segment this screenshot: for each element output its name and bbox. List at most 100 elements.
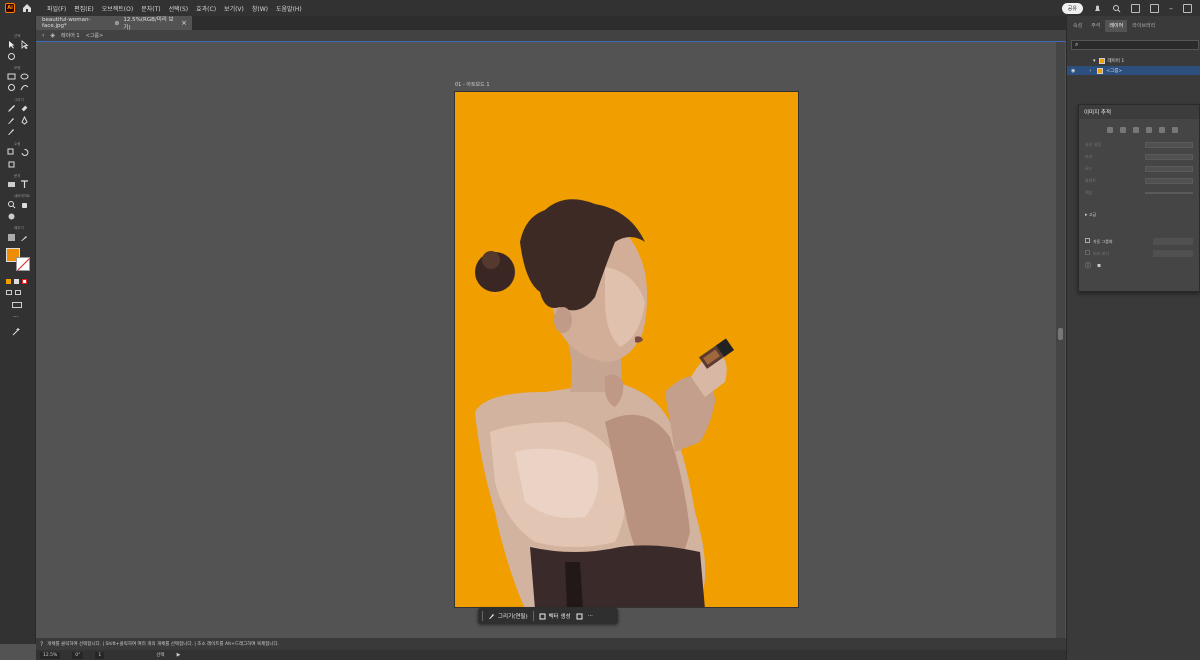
traced-woman-illustration[interactable]	[455, 92, 799, 608]
shaper-tool-icon[interactable]	[20, 83, 29, 92]
layer-search-input[interactable]: ⌕	[1071, 40, 1199, 50]
screen-mode-icon[interactable]	[15, 290, 21, 295]
tab-layers[interactable]: 레이어	[1105, 20, 1128, 32]
ellipse-tool-icon[interactable]	[20, 72, 29, 81]
menu-help[interactable]: 도움말(H)	[272, 4, 306, 13]
stroke-color-swatch[interactable]	[16, 257, 30, 271]
gradient-tool-icon[interactable]	[7, 233, 16, 242]
colors-slider[interactable]	[1145, 192, 1193, 194]
eraser-tool-icon[interactable]	[20, 104, 29, 113]
gradient-mode-icon[interactable]	[14, 279, 19, 284]
draw-pencil-button[interactable]: 그리기(연필)	[488, 612, 528, 620]
document-tab[interactable]: beautiful-woman-face.jpg* ⊚ 12.5%(RGB/미리…	[36, 16, 192, 31]
preview-checkbox[interactable]	[1085, 249, 1090, 255]
pen-tool-icon[interactable]	[20, 116, 29, 125]
drag-handle[interactable]	[482, 611, 483, 621]
layer-icon: ◈	[50, 32, 56, 39]
none-mode-icon[interactable]	[22, 279, 27, 284]
symbol-sprayer-tool-icon[interactable]	[7, 180, 16, 189]
close-tab-icon[interactable]: ×	[181, 19, 187, 27]
auto-color-icon[interactable]	[1107, 127, 1113, 133]
type-tool-icon[interactable]	[20, 180, 29, 189]
direct-selection-tool-icon[interactable]	[20, 40, 29, 49]
scale-tool-icon[interactable]	[7, 148, 16, 157]
comment-icon[interactable]: ▪	[1097, 262, 1101, 269]
hand-tool-icon[interactable]	[20, 200, 29, 209]
menu-object[interactable]: 오브젝트(O)	[98, 4, 138, 13]
menu-effect[interactable]: 효과(C)	[192, 4, 220, 13]
app-logo: Ai	[5, 3, 15, 13]
zoom-field[interactable]: 12.5%	[40, 651, 61, 659]
chevron-down-icon[interactable]: ▾	[1093, 58, 1096, 64]
rotation-field[interactable]: 0°	[72, 651, 84, 659]
menu-view[interactable]: 보기(V)	[220, 4, 248, 13]
hint-bar: ? 개체를 클릭하여 선택합니다. | Shift+클릭하여 여러 개의 개체를…	[36, 638, 1066, 650]
search-icon[interactable]	[1112, 4, 1121, 13]
draw-mode-icon[interactable]	[6, 290, 12, 295]
color-mode-icon[interactable]	[6, 279, 11, 284]
notification-icon[interactable]	[1093, 4, 1102, 13]
tab-comments[interactable]: 주석	[1087, 20, 1104, 32]
breadcrumb-group[interactable]: <그룹>	[86, 32, 104, 39]
low-color-icon[interactable]	[1133, 127, 1139, 133]
image-icon[interactable]	[576, 613, 583, 620]
shape-builder-tool-icon[interactable]	[7, 83, 16, 92]
arrange-documents-icon[interactable]	[1131, 3, 1140, 13]
advanced-row[interactable]: ▸ 고급	[1079, 209, 1199, 221]
visibility-eye-icon[interactable]: ◉	[1071, 68, 1075, 74]
live-paint-tool-icon[interactable]	[7, 212, 16, 221]
paintbrush-tool-icon[interactable]	[7, 116, 16, 125]
eyedropper-tool-icon[interactable]	[20, 233, 29, 242]
workspace-icon[interactable]	[1150, 3, 1159, 13]
scroll-thumb[interactable]	[1058, 328, 1063, 340]
panel-title[interactable]: 이미지 추적	[1079, 105, 1199, 119]
vertical-scrollbar[interactable]	[1056, 42, 1065, 638]
generate-vector-icon	[539, 613, 546, 619]
edit-toolbar-icon[interactable]: ···	[13, 314, 19, 321]
zoom-tool-icon[interactable]	[7, 200, 16, 209]
minimize-icon[interactable]: –	[1169, 4, 1173, 13]
menu-select[interactable]: 선택(S)	[165, 4, 193, 13]
palette-select[interactable]	[1145, 178, 1193, 184]
home-icon[interactable]	[21, 2, 33, 14]
blob-brush-tool-icon[interactable]	[7, 127, 16, 136]
outline-icon[interactable]	[1172, 127, 1178, 133]
tab-libraries[interactable]: 라이브러리	[1128, 20, 1159, 32]
rotate-tool-icon[interactable]	[20, 148, 29, 157]
menu-window[interactable]: 창(W)	[248, 4, 272, 13]
mode-select[interactable]	[1145, 166, 1193, 172]
layer-row-selected[interactable]: ◉ › <그룹>	[1067, 66, 1200, 75]
layer-row[interactable]: ▾ 레이어 1	[1067, 56, 1200, 65]
pencil-tool-icon[interactable]	[7, 104, 16, 113]
maximize-icon[interactable]	[1183, 3, 1192, 13]
magic-wand-tool-icon[interactable]	[7, 52, 16, 61]
menu-type[interactable]: 문자(T)	[137, 4, 164, 13]
high-color-icon[interactable]	[1120, 127, 1126, 133]
black-white-icon[interactable]	[1159, 127, 1165, 133]
selection-tool-icon[interactable]	[7, 40, 16, 49]
more-options-icon[interactable]: ···	[588, 613, 593, 619]
share-button[interactable]: 공유	[1061, 2, 1083, 14]
play-icon[interactable]: ▶	[177, 652, 181, 658]
artboard[interactable]	[454, 91, 799, 608]
change-screen-mode-icon[interactable]	[12, 302, 22, 308]
rectangle-tool-icon[interactable]	[7, 72, 16, 81]
menu-file[interactable]: 파일(F)	[43, 4, 70, 13]
tab-properties[interactable]: 속성	[1069, 20, 1086, 32]
info-icon[interactable]: ⓘ	[1085, 261, 1091, 270]
breadcrumb-layer[interactable]: 레이어 1	[61, 32, 80, 39]
expand-button[interactable]	[1153, 237, 1193, 245]
free-transform-tool-icon[interactable]	[7, 160, 16, 169]
artboard-number-field[interactable]: 1	[95, 651, 105, 659]
preset-select[interactable]	[1145, 142, 1193, 148]
back-arrow-icon[interactable]: ‹	[42, 32, 44, 39]
auto-group-checkbox[interactable]	[1085, 237, 1090, 243]
trace-button[interactable]	[1153, 249, 1193, 257]
generative-ai-icon[interactable]	[12, 327, 21, 336]
generate-vector-button[interactable]: 벡터 생성	[539, 612, 571, 620]
artboard-label[interactable]: 01 - 아트보드 1	[455, 81, 490, 88]
grayscale-icon[interactable]	[1146, 127, 1152, 133]
menu-edit[interactable]: 편집(E)	[70, 4, 98, 13]
chevron-right-icon[interactable]: ›	[1089, 68, 1091, 74]
view-select[interactable]	[1145, 154, 1193, 160]
